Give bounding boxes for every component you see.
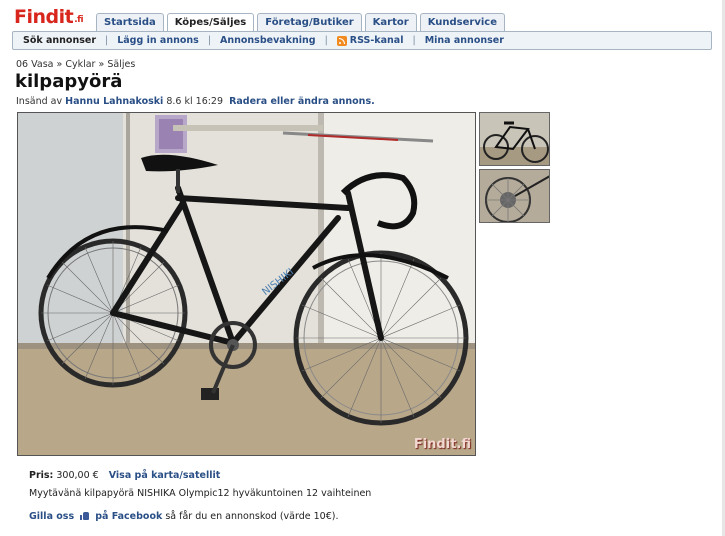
bicycle-photo-illustration: NISHIKI: [18, 113, 475, 455]
tab-kartor[interactable]: Kartor: [364, 13, 417, 32]
thumbnail-photo-2[interactable]: [479, 169, 550, 223]
main-tabs: Startsida Köpes/Säljes Företag/Butiker K…: [96, 13, 505, 33]
page-title: kilpapyörä: [15, 71, 123, 92]
subnav-lagg-in-annons[interactable]: Lägg in annons: [117, 35, 199, 46]
listing-description: Myytävänä kilpapyörä NISHIKA Olympic12 h…: [29, 488, 372, 499]
subnav-mina-annonser[interactable]: Mina annonser: [425, 35, 504, 46]
breadcrumb-location[interactable]: 06 Vasa: [16, 59, 53, 70]
subnav-separator: |: [324, 35, 328, 46]
subnav-annonsbevakning[interactable]: Annonsbevakning: [220, 35, 316, 46]
breadcrumb-type[interactable]: Säljes: [107, 59, 135, 70]
subnav-separator: |: [105, 35, 109, 46]
tab-foretag-butiker[interactable]: Företag/Butiker: [257, 13, 362, 32]
sub-navigation: Sök annonser | Lägg in annons | Annonsbe…: [12, 31, 712, 50]
facebook-promo: Gilla oss på Facebook så får du en annon…: [29, 511, 338, 522]
thumbnail-photo-1[interactable]: [479, 112, 550, 166]
rss-icon[interactable]: [336, 35, 347, 46]
tab-kundservice[interactable]: Kundservice: [419, 13, 505, 32]
main-listing-photo[interactable]: NISHIKI Findit.fi: [17, 112, 476, 456]
photo-watermark: Findit.fi: [413, 437, 471, 452]
breadcrumb-separator: »: [56, 59, 63, 70]
breadcrumb: 06 Vasa » Cyklar » Säljes: [16, 59, 135, 70]
findit-logo[interactable]: Findit.fi: [14, 6, 84, 28]
facebook-link-start[interactable]: Gilla oss: [29, 511, 74, 522]
thumbnail-bicycle-icon: [480, 113, 549, 165]
facebook-promo-text: så får du en annonskod (värde 10€).: [165, 511, 339, 522]
subnav-separator: |: [412, 35, 416, 46]
listing-meta: Insänd av Hannu Lahnakoski 8.6 kl 16:29 …: [16, 96, 375, 107]
price-value: 300,00 €: [56, 470, 99, 481]
subnav-sok-annonser[interactable]: Sök annonser: [23, 35, 96, 46]
facebook-link-end[interactable]: på Facebook: [95, 511, 162, 522]
tab-startsida[interactable]: Startsida: [96, 13, 164, 32]
submitted-prefix: Insänd av: [16, 96, 63, 107]
thumbnail-gears-icon: [480, 170, 549, 222]
author-link[interactable]: Hannu Lahnakoski: [65, 96, 163, 107]
subnav-rss-kanal[interactable]: RSS-kanal: [350, 35, 404, 46]
listing-date: 8.6 kl 16:29: [166, 96, 224, 107]
facebook-like-icon[interactable]: [80, 511, 90, 520]
breadcrumb-category[interactable]: Cyklar: [65, 59, 95, 70]
subnav-separator: |: [207, 35, 212, 46]
edit-listing-link[interactable]: Radera eller ändra annons.: [229, 96, 375, 107]
price-row: Pris: 300,00 € Visa på karta/satellit: [29, 470, 220, 481]
price-label: Pris:: [29, 470, 54, 481]
map-link[interactable]: Visa på karta/satellit: [109, 470, 221, 481]
logo-tld: .fi: [74, 15, 84, 25]
tab-kopes-saljes[interactable]: Köpes/Säljes: [166, 13, 255, 33]
breadcrumb-separator: »: [98, 59, 105, 70]
